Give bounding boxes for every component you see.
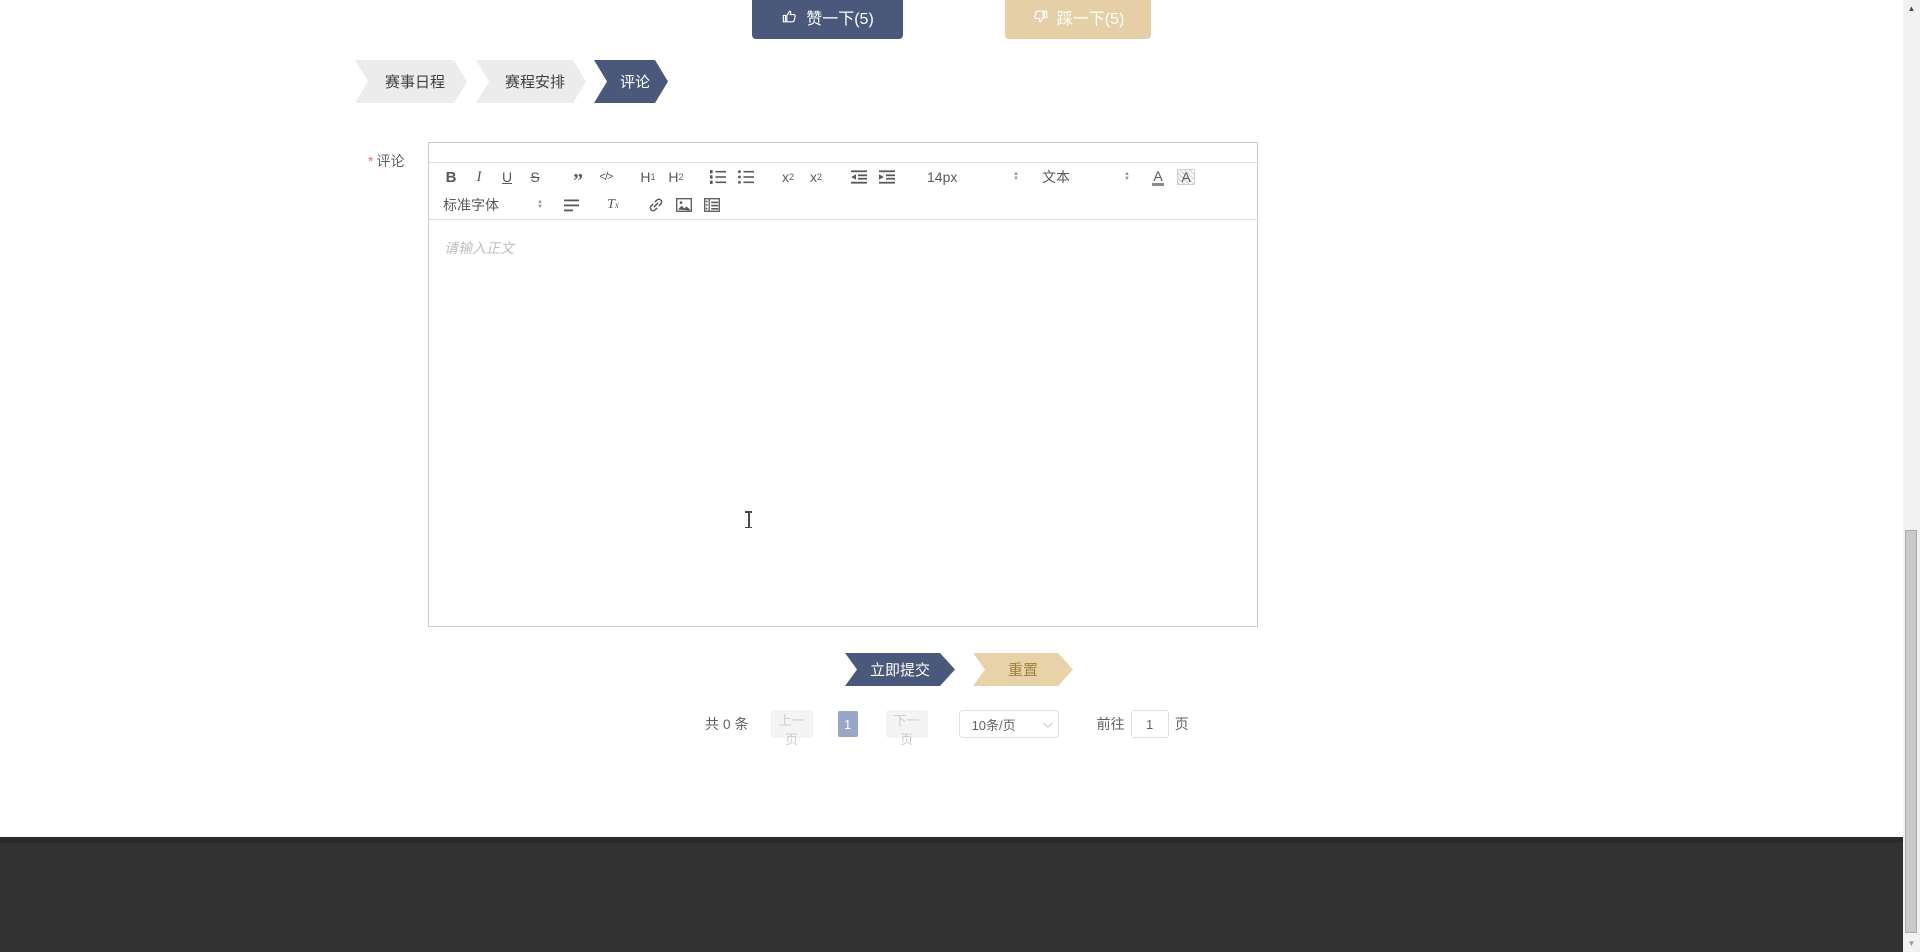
select-arrows-icon: ▲ ▼ <box>1013 171 1019 182</box>
superscript-button[interactable]: x2 <box>802 164 830 190</box>
tab-label: 赛事日程 <box>384 74 445 91</box>
indent-decrease-icon[interactable] <box>845 164 873 190</box>
rich-text-editor: B I U S ” </> H1 H2 x2 x2 14px ▲ ▼ 文本 ▲ … <box>428 142 1258 627</box>
h1-number: 1 <box>650 172 656 182</box>
font-family-value: 标准字体 <box>443 197 499 213</box>
dislike-button[interactable]: 踩一下(5) <box>1005 0 1151 39</box>
tab-label: 赛程安排 <box>504 74 565 91</box>
underline-button[interactable]: U <box>493 164 521 190</box>
heading1-button[interactable]: H1 <box>634 164 662 190</box>
page-size-value: 10条/页 <box>971 717 1016 733</box>
strikethrough-button[interactable]: S <box>521 164 549 190</box>
italic-button[interactable]: I <box>465 164 493 190</box>
submit-button[interactable]: 立即提交 <box>845 653 955 686</box>
select-arrows-icon: ▲ ▼ <box>1124 171 1130 182</box>
ordered-list-icon[interactable] <box>704 164 732 190</box>
bold-button[interactable]: B <box>437 164 465 190</box>
subscript-button[interactable]: x2 <box>774 164 802 190</box>
footer <box>0 837 1920 952</box>
font-color-button[interactable]: A <box>1144 164 1172 190</box>
editor-placeholder: 请输入正文 <box>444 240 514 256</box>
scroll-up-arrow-icon[interactable]: ▲ <box>1903 0 1920 17</box>
heading2-button[interactable]: H2 <box>662 164 690 190</box>
editor-toolbar: B I U S ” </> H1 H2 x2 x2 14px ▲ ▼ 文本 ▲ … <box>429 163 1257 220</box>
sup-letter: x <box>809 169 817 185</box>
like-button[interactable]: 赞一下(5) <box>752 0 903 39</box>
comment-label-text: 评论 <box>376 153 405 169</box>
reset-button[interactable]: 重置 <box>973 653 1073 686</box>
scroll-down-arrow-icon[interactable]: ▼ <box>1903 935 1920 952</box>
highlight-color-button[interactable]: A <box>1172 164 1200 190</box>
text-type-value: 文本 <box>1042 169 1070 185</box>
page-size-select[interactable]: 10条/页 <box>958 710 1059 738</box>
video-icon[interactable] <box>698 192 726 218</box>
tab-match-arrangement[interactable]: 赛程安排 <box>476 60 586 103</box>
next-page-button[interactable]: 下一页 <box>885 710 928 747</box>
goto-label: 前往 <box>1096 716 1125 732</box>
blockquote-button[interactable]: ” <box>564 164 592 191</box>
h2-letter: H <box>668 169 679 185</box>
h1-letter: H <box>640 169 651 185</box>
chevron-down-icon <box>1042 717 1053 728</box>
font-size-select[interactable]: 14px ▲ ▼ <box>927 164 1019 190</box>
vertical-scrollbar: ▲ ▼ <box>1903 0 1920 952</box>
page: 赞一下(5) 踩一下(5) 赛事日程 赛程安排 评论 * 评论 B I U S ”… <box>0 0 1920 952</box>
tab-event-schedule[interactable]: 赛事日程 <box>355 60 467 103</box>
scrollbar-thumb[interactable] <box>1905 530 1917 933</box>
font-color-letter: A <box>1152 167 1164 186</box>
editor-top-strip <box>429 143 1257 163</box>
unordered-list-icon[interactable] <box>732 164 760 190</box>
font-family-select[interactable]: 标准字体 ▲ ▼ <box>443 192 543 218</box>
link-icon[interactable] <box>642 192 670 218</box>
goto-page-input[interactable] <box>1130 710 1169 738</box>
highlight-letter: A <box>1177 169 1195 185</box>
tab-label: 评论 <box>619 74 650 91</box>
sup-number: 2 <box>816 172 822 182</box>
toolbar-row-2: 标准字体 ▲ ▼ Tx <box>437 191 1249 219</box>
editor-content-area[interactable]: 请输入正文 <box>429 220 1257 648</box>
required-asterisk: * <box>368 153 374 169</box>
font-size-value: 14px <box>927 169 958 185</box>
thumb-down-icon <box>1032 8 1049 25</box>
pagination: 共 0 条 上一页 1 下一页 10条/页 前往 页 <box>705 710 1189 747</box>
clear-letter: T <box>607 197 615 212</box>
image-icon[interactable] <box>670 192 698 218</box>
text-type-select[interactable]: 文本 ▲ ▼ <box>1042 164 1130 190</box>
sub-letter: x <box>781 169 789 185</box>
indent-increase-icon[interactable] <box>873 164 901 190</box>
like-button-label: 赞一下(5) <box>806 10 874 28</box>
toolbar-row-1: B I U S ” </> H1 H2 x2 x2 14px ▲ ▼ 文本 ▲ … <box>437 163 1249 191</box>
clear-sub: x <box>614 200 619 210</box>
thumb-up-icon <box>781 8 798 25</box>
alignment-icon[interactable] <box>557 192 585 218</box>
clear-format-button[interactable]: Tx <box>599 192 627 218</box>
dislike-button-label: 踩一下(5) <box>1056 10 1125 28</box>
pagination-total: 共 0 条 <box>705 716 749 732</box>
sub-number: 2 <box>788 172 794 182</box>
h2-number: 2 <box>678 172 684 182</box>
page-number-1[interactable]: 1 <box>837 711 858 737</box>
code-button[interactable]: </> <box>592 164 620 190</box>
prev-page-button[interactable]: 上一页 <box>770 710 813 747</box>
comment-field-label: * 评论 <box>368 151 404 171</box>
tab-comments-active[interactable]: 评论 <box>594 60 668 103</box>
select-arrows-icon: ▲ ▼ <box>537 199 543 210</box>
goto-unit-label: 页 <box>1174 716 1189 732</box>
